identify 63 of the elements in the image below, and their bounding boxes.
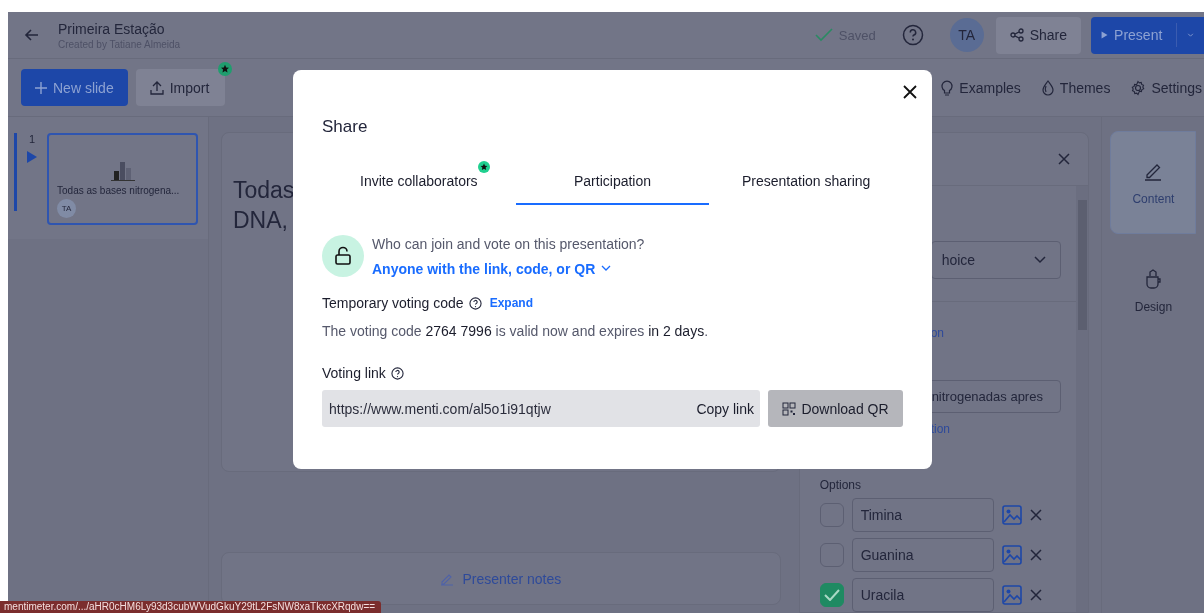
section-label: Temporary voting code: [322, 295, 464, 311]
link-status-bar: mentimeter.com/.../aHR0cHM6Ly93d3cubWVudGkuY29tL2FsNW8xaTkxcXRqdw==: [0, 601, 382, 613]
slide-thumbnail[interactable]: Todas as bases nitrogena... TA: [47, 133, 198, 225]
toolbar-link[interactable]: Themes: [1040, 79, 1111, 96]
copy-link-button[interactable]: Copy link: [696, 400, 754, 417]
qr-code-icon: [782, 401, 797, 416]
plus-icon: [35, 81, 47, 94]
dialog-tab[interactable]: Invite collaborators: [322, 159, 516, 205]
share-icon: [1009, 28, 1024, 42]
cup-icon: [1143, 268, 1164, 290]
image-icon[interactable]: [1001, 585, 1022, 605]
close-icon[interactable]: [903, 85, 917, 99]
side-tab[interactable]: Content: [1110, 131, 1197, 234]
new-slide-button[interactable]: New slide: [21, 69, 128, 106]
help-icon[interactable]: [468, 296, 482, 310]
section-label: Voting link: [322, 365, 386, 381]
presentation-title[interactable]: Primeira Estação: [58, 20, 181, 37]
image-icon[interactable]: [1001, 505, 1022, 525]
chevron-down-icon: [601, 265, 612, 272]
drop-icon: [1040, 79, 1055, 96]
share-button[interactable]: Share: [995, 16, 1081, 54]
slide-number: 1: [28, 133, 36, 145]
delete-icon[interactable]: [1029, 589, 1042, 601]
checkmark-icon: [823, 589, 840, 601]
settings-icon: [1130, 79, 1147, 96]
voting-code-text: The voting code 2764 7996 is valid now and expires in 2 days.: [322, 323, 710, 339]
dialog-title: Share: [322, 117, 369, 137]
option-field[interactable]: Timina: [851, 498, 994, 532]
lock-icon: [322, 235, 364, 277]
access-question: Who can join and vote on this presentation?: [372, 235, 645, 252]
chevron-down-icon: [1033, 255, 1046, 264]
slide-title: Todas as bases nitrogena...: [57, 185, 180, 196]
play-icon: [27, 151, 38, 163]
correct-checkbox[interactable]: [819, 583, 844, 607]
options-label: Options: [819, 478, 862, 492]
author-avatar: TA: [57, 199, 77, 218]
toolbar-link[interactable]: Examples: [940, 79, 1021, 96]
bar-chart-icon: [110, 159, 135, 181]
star-badge-icon: [217, 62, 232, 76]
lightbulb-icon: [940, 79, 955, 96]
back-arrow-icon[interactable]: [24, 27, 40, 43]
slide-heading: DNA,: [233, 206, 289, 235]
upload-icon: [149, 80, 164, 95]
check-icon: [814, 28, 833, 42]
toolbar-link[interactable]: Settings: [1130, 79, 1202, 96]
delete-icon[interactable]: [1029, 549, 1042, 561]
side-tab[interactable]: Design: [1110, 244, 1197, 338]
access-dropdown[interactable]: Anyone with the link, code, or QR: [372, 260, 645, 277]
voting-link-field[interactable]: https://www.menti.com/al5o1i91qtjw: [329, 400, 551, 417]
present-button[interactable]: Present: [1091, 16, 1204, 54]
delete-icon[interactable]: [1029, 509, 1042, 521]
caret-icon: [1186, 31, 1194, 39]
import-button[interactable]: Import: [135, 69, 225, 106]
option-field[interactable]: Uracila: [851, 578, 994, 612]
slide-heading: Todas: [233, 176, 293, 205]
play-icon: [1101, 29, 1109, 41]
expand-link[interactable]: Expand: [489, 296, 533, 310]
option-field[interactable]: Guanina: [851, 538, 994, 572]
panel-link[interactable]: tion: [930, 422, 1077, 436]
image-icon[interactable]: [1001, 545, 1022, 565]
user-avatar[interactable]: TA: [949, 18, 984, 52]
help-icon[interactable]: [390, 366, 404, 380]
download-qr-button[interactable]: Download QR: [768, 390, 903, 427]
